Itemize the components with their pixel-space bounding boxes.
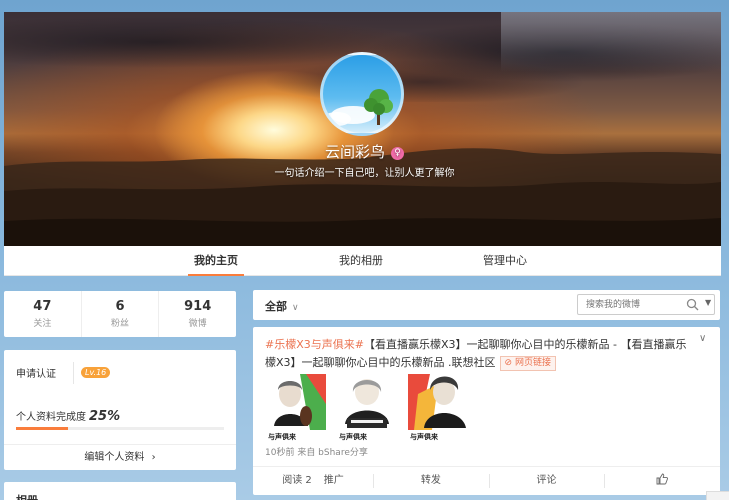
stat-posts-count: 914: [184, 299, 212, 314]
tree-icon: [323, 89, 393, 126]
chevron-down-icon: ∨: [292, 303, 299, 313]
profile-completion: 个人资料完成度 25%: [16, 408, 120, 424]
username: 云间彩鸟: [324, 143, 385, 161]
thumb-caption: 与声俱来: [339, 433, 367, 441]
profile-info-card: 申请认证 Lv.16 个人资料完成度 25% 编辑个人资料 ›: [4, 350, 236, 470]
post-image-thumb[interactable]: 与声俱来: [408, 374, 468, 442]
search-options-caret-icon[interactable]: ▼: [705, 298, 711, 307]
stats-card: 47 关注 6 粉丝 914 微博: [4, 291, 236, 337]
post-image-thumb[interactable]: 与声俱来: [266, 374, 326, 442]
profile-completion-bar: [16, 427, 224, 430]
thumbs-up-icon: [656, 473, 669, 485]
divider: [73, 362, 74, 384]
stat-posts-label: 微博: [188, 319, 207, 329]
stat-followers-count: 6: [115, 299, 125, 314]
thumb-caption: 与声俱来: [410, 433, 438, 441]
user-bio[interactable]: 一句话介绍一下自己吧，让别人更了解你: [0, 164, 729, 179]
forward-button[interactable]: 转发: [373, 467, 489, 495]
cover-sky-light: [501, 12, 721, 72]
post-text: #乐檬X3与声俱来#【看直播赢乐檬X3】一起聊聊你心目中的乐檬新品 - 【看直播…: [265, 336, 695, 372]
stat-posts[interactable]: 914 微博: [159, 291, 236, 337]
tab-manage-center[interactable]: 管理中心: [483, 246, 527, 276]
post-topic-link[interactable]: #乐檬X3与声俱来#: [265, 338, 364, 351]
filter-all-dropdown[interactable]: 全部 ∨: [265, 298, 299, 314]
chevron-right-icon: ›: [151, 452, 156, 463]
level-badge[interactable]: Lv.16: [81, 367, 111, 378]
search-icon[interactable]: [686, 298, 699, 311]
profile-completion-value: 25%: [89, 409, 121, 424]
stat-following[interactable]: 47 关注: [4, 291, 82, 337]
stat-following-count: 47: [33, 299, 52, 314]
stat-followers-label: 粉丝: [111, 319, 130, 329]
profile-tab-bar: 我的主页 我的相册 管理中心: [4, 246, 721, 276]
edit-profile-link[interactable]: 编辑个人资料 ›: [4, 444, 236, 470]
album-card: 相册: [4, 482, 236, 500]
read-count-label: 阅读 2: [282, 475, 312, 486]
post-meta: 10秒前 来自 bShare分享: [265, 448, 368, 458]
avatar[interactable]: [320, 52, 404, 136]
album-title[interactable]: 相册: [16, 492, 38, 500]
search-input[interactable]: [578, 295, 678, 314]
profile-completion-fill: [16, 427, 68, 430]
stat-following-label: 关注: [33, 319, 52, 329]
stat-followers[interactable]: 6 粉丝: [82, 291, 160, 337]
female-gender-icon: ♀: [391, 147, 404, 160]
post-images: 与声俱来 与声俱来 与声俱来: [266, 374, 468, 442]
username-row: 云间彩鸟 ♀: [0, 141, 729, 162]
search-box: ▼: [577, 294, 715, 315]
web-link-label: 网页链接: [514, 358, 551, 368]
post-image-thumb[interactable]: 与声俱来: [337, 374, 397, 442]
post-read-count: 阅读 2 推广: [253, 467, 373, 495]
comment-button[interactable]: 评论: [488, 467, 605, 495]
profile-completion-label: 个人资料完成度: [16, 412, 86, 423]
tab-my-album[interactable]: 我的相册: [339, 246, 383, 276]
scroll-widget[interactable]: [706, 491, 729, 500]
post-actions: 阅读 2 推广 转发 评论: [253, 466, 720, 495]
filter-all-label: 全部: [265, 300, 287, 313]
web-link[interactable]: ⊘ 网页链接: [499, 356, 556, 371]
tab-my-home[interactable]: 我的主页: [188, 246, 244, 276]
feed-post: #乐檬X3与声俱来#【看直播赢乐檬X3】一起聊聊你心目中的乐檬新品 - 【看直播…: [253, 327, 720, 495]
post-menu-chevron-icon[interactable]: ∨: [699, 333, 706, 344]
link-icon: ⊘: [504, 358, 515, 368]
thumb-caption: 与声俱来: [268, 433, 296, 441]
like-button[interactable]: [604, 467, 720, 495]
promote-button[interactable]: 推广: [324, 467, 344, 495]
apply-verification-link[interactable]: 申请认证: [16, 365, 56, 380]
edit-profile-label: 编辑个人资料: [84, 452, 145, 463]
feed-filter-bar: 全部 ∨ ▼: [253, 290, 720, 320]
